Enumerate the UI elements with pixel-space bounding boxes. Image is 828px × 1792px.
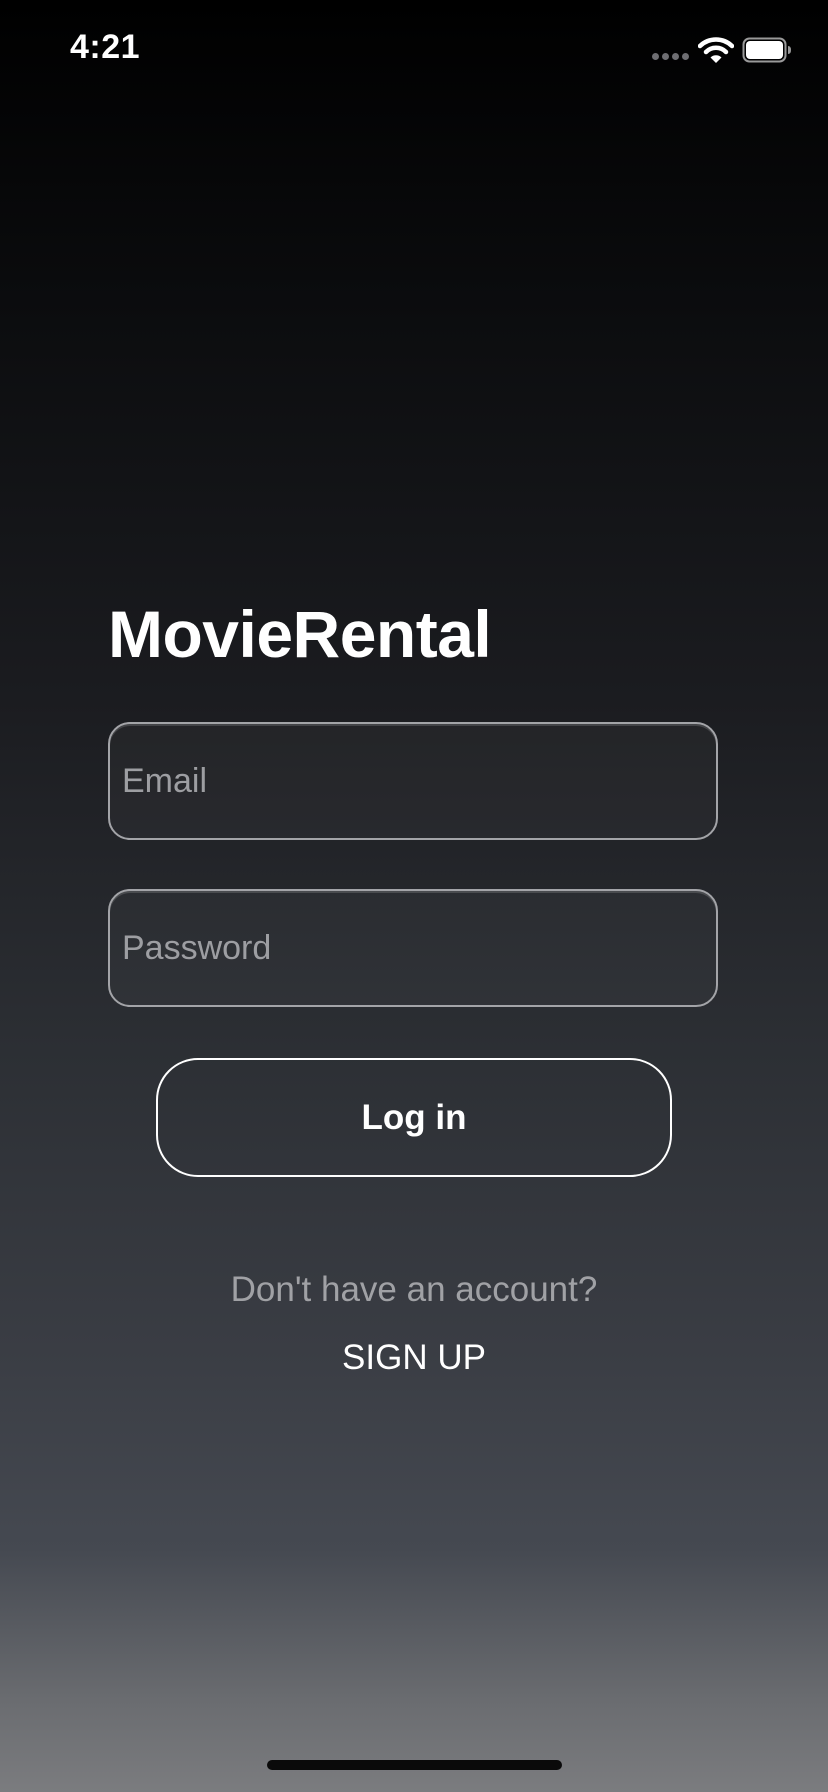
password-input[interactable] — [122, 891, 702, 1005]
app-title: MovieRental — [108, 597, 492, 671]
password-field[interactable] — [108, 889, 718, 1007]
login-screen: 4:21 MovieRental Log in Don't have an ac… — [0, 0, 828, 1792]
status-bar: 4:21 — [0, 0, 828, 100]
signal-dots-icon — [652, 53, 690, 61]
status-time: 4:21 — [70, 28, 141, 66]
home-indicator[interactable] — [267, 1760, 562, 1770]
login-button[interactable]: Log in — [156, 1058, 672, 1177]
email-field[interactable] — [108, 722, 718, 840]
battery-icon — [742, 37, 791, 63]
signup-link[interactable]: SIGN UP — [314, 1338, 514, 1378]
wifi-icon — [698, 37, 734, 63]
email-input[interactable] — [122, 724, 702, 838]
signup-prompt: Don't have an account? — [230, 1270, 598, 1309]
